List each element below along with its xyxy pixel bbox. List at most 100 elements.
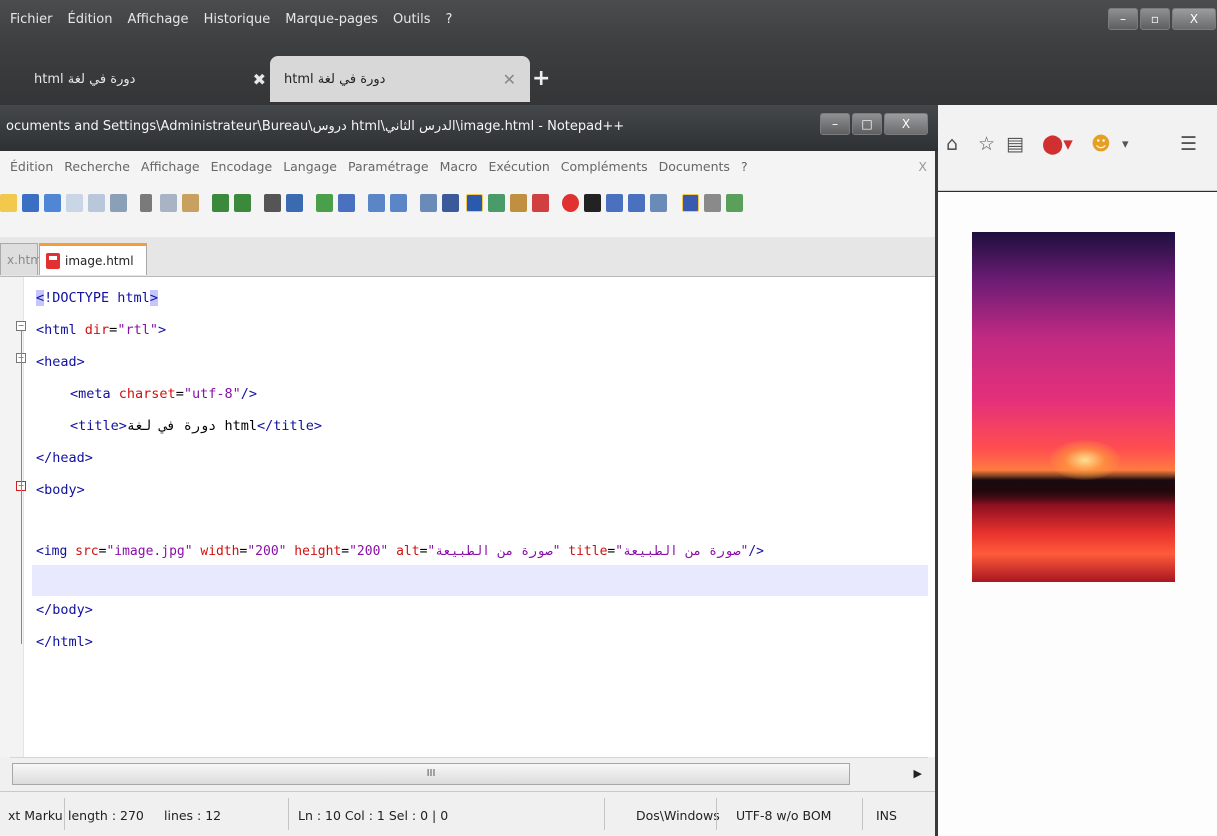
code-line-6: </head> — [36, 450, 93, 466]
run-macro-multiple-icon[interactable] — [628, 194, 645, 212]
status-divider — [64, 798, 65, 830]
firefox-tab-1[interactable]: html دورة في لغة ✖ — [20, 56, 280, 102]
close-document-icon[interactable]: X — [918, 159, 927, 179]
new-file-icon[interactable] — [0, 194, 17, 212]
code-line-2: <html dir="rtl"> — [36, 322, 167, 338]
dropdown-arrow-icon[interactable]: ▾ — [1122, 137, 1129, 152]
menu-recherche[interactable]: Recherche — [64, 159, 130, 179]
indent-guide-icon[interactable] — [466, 194, 483, 212]
new-tab-button[interactable]: + — [532, 66, 550, 91]
reading-list-icon[interactable]: ▤ — [1006, 133, 1024, 155]
menu-execution[interactable]: Exécution — [488, 159, 549, 179]
menu-outils[interactable]: Outils — [393, 12, 431, 34]
notepad-titlebar: ocuments and Settings\Administrateur\Bur… — [0, 105, 938, 151]
tab-image-html[interactable]: image.html — [39, 243, 147, 275]
sync-horizontal-icon[interactable] — [390, 194, 407, 212]
restore-button[interactable]: ▫ — [1140, 8, 1170, 30]
save-macro-icon[interactable] — [650, 194, 667, 212]
sync-vertical-icon[interactable] — [368, 194, 385, 212]
current-line-highlight — [32, 565, 928, 596]
close-file-icon[interactable] — [66, 194, 83, 212]
status-bar: xt Marku length : 270 lines : 12 Ln : 10… — [0, 791, 935, 836]
find-icon[interactable] — [264, 194, 281, 212]
firefox-window-controls: – ▫ X — [1108, 8, 1216, 30]
stop-macro-icon[interactable] — [584, 194, 601, 212]
minimize-button[interactable]: – — [1108, 8, 1138, 30]
user-lang-icon[interactable] — [488, 194, 505, 212]
menu-documents[interactable]: Documents — [659, 159, 730, 179]
status-insert-mode: INS — [876, 808, 897, 823]
scroll-right-arrow-icon[interactable]: ▶ — [914, 767, 922, 780]
menu-fichier[interactable]: Fichier — [10, 12, 53, 34]
code-line-1: <!DOCTYPE html> — [36, 290, 158, 306]
save-icon[interactable] — [22, 194, 39, 212]
nature-image — [972, 232, 1175, 582]
menu-marque-pages[interactable]: Marque-pages — [285, 12, 378, 34]
record-macro-icon[interactable] — [562, 194, 579, 212]
menu-icon[interactable]: ☰ — [1180, 133, 1197, 155]
code-editor[interactable] — [0, 277, 935, 757]
undo-icon[interactable] — [212, 194, 229, 212]
code-line-7: <body> — [36, 482, 85, 498]
menu-parametrage[interactable]: Paramétrage — [348, 159, 429, 179]
menu-macro[interactable]: Macro — [440, 159, 478, 179]
zoom-out-icon[interactable] — [338, 194, 355, 212]
menu-edition[interactable]: Édition — [10, 159, 53, 179]
adblock-icon[interactable]: ⬤▾ — [1042, 133, 1073, 155]
firefox-toolbar: ⌂ ☆ ▤ ⬤▾ ☻ ▾ ☰ — [936, 105, 1217, 191]
horizontal-scrollbar[interactable]: III ▶ — [10, 757, 928, 791]
status-lines: lines : 12 — [164, 808, 222, 823]
status-divider — [862, 798, 863, 830]
tab-x-html[interactable]: x.html — [0, 243, 45, 275]
notepad-menubar: Édition Recherche Affichage Encodage Lan… — [0, 151, 935, 179]
menu-complements[interactable]: Compléments — [561, 159, 648, 179]
play-macro-icon[interactable] — [606, 194, 623, 212]
print-icon[interactable] — [110, 194, 127, 212]
menu-edition[interactable]: Édition — [68, 12, 113, 34]
minimize-button[interactable]: – — [820, 113, 850, 135]
scrollbar-thumb[interactable]: III — [12, 763, 850, 785]
bookmark-star-icon[interactable]: ☆ — [978, 133, 995, 155]
doc-map-icon[interactable] — [510, 194, 527, 212]
close-tab-icon[interactable]: ✖ — [253, 70, 266, 89]
greasemonkey-icon[interactable]: ☻ — [1091, 133, 1111, 155]
replace-icon[interactable] — [286, 194, 303, 212]
fold-toggle-icon[interactable]: − — [16, 321, 26, 331]
spellcheck-icon[interactable] — [682, 194, 699, 212]
tab-title: html دورة في لغة — [284, 71, 386, 87]
cut-icon[interactable] — [140, 194, 152, 212]
menu-affichage[interactable]: Affichage — [127, 12, 188, 34]
code-line-4: <meta charset="utf-8"/> — [70, 386, 257, 402]
maximize-button[interactable]: □ — [852, 113, 882, 135]
close-button[interactable]: X — [1172, 8, 1216, 30]
window-title: ocuments and Settings\Administrateur\Bur… — [6, 119, 625, 134]
redo-icon[interactable] — [234, 194, 251, 212]
save-status-icon — [46, 252, 60, 269]
menu-langage[interactable]: Langage — [283, 159, 337, 179]
word-wrap-icon[interactable] — [420, 194, 437, 212]
function-list-icon[interactable] — [532, 194, 549, 212]
show-all-chars-icon[interactable] — [442, 194, 459, 212]
spellcheck-check-icon[interactable] — [726, 194, 743, 212]
zoom-in-icon[interactable] — [316, 194, 333, 212]
close-button[interactable]: X — [884, 113, 928, 135]
code-line-10: </body> — [36, 602, 93, 618]
menu-help[interactable]: ? — [741, 159, 748, 179]
close-all-icon[interactable] — [88, 194, 105, 212]
notepad-toolbar — [0, 179, 935, 237]
status-divider — [716, 798, 717, 830]
home-icon[interactable]: ⌂ — [946, 133, 958, 155]
spellcheck-settings-icon[interactable] — [704, 194, 721, 212]
menu-help[interactable]: ? — [446, 12, 453, 34]
paste-icon[interactable] — [182, 194, 199, 212]
code-line-11: </html> — [36, 634, 93, 650]
close-tab-icon[interactable]: ✕ — [503, 70, 516, 89]
firefox-tab-2-active[interactable]: html دورة في لغة ✕ — [270, 56, 530, 102]
status-encoding: UTF-8 w/o BOM — [736, 808, 832, 823]
menu-historique[interactable]: Historique — [204, 12, 271, 34]
status-position: Ln : 10 Col : 1 Sel : 0 | 0 — [298, 808, 449, 823]
menu-encodage[interactable]: Encodage — [211, 159, 273, 179]
copy-icon[interactable] — [160, 194, 177, 212]
save-all-icon[interactable] — [44, 194, 61, 212]
menu-affichage[interactable]: Affichage — [141, 159, 200, 179]
